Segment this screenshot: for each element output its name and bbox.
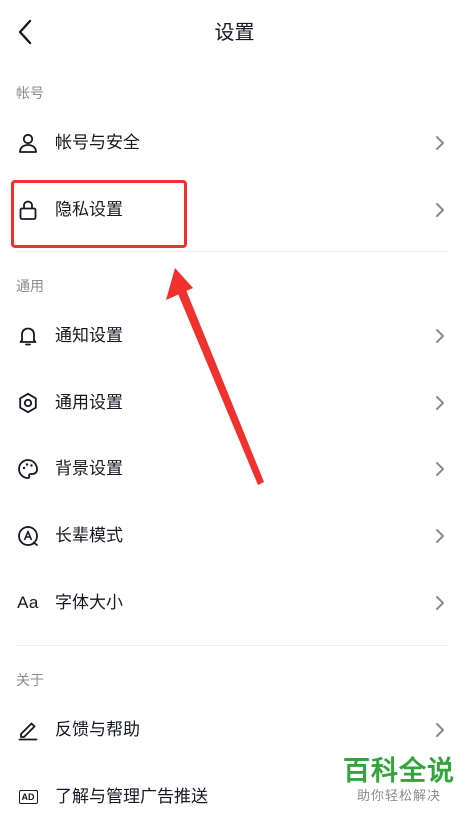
ad-icon: AD	[16, 785, 40, 809]
palette-icon	[16, 457, 40, 481]
chevron-right-icon	[433, 460, 447, 478]
settings-item-elder-mode[interactable]: 长辈模式	[0, 508, 469, 564]
chevron-right-icon	[433, 594, 447, 612]
section-label-about: 关于	[16, 673, 44, 689]
chevron-right-icon	[433, 394, 447, 412]
gear-icon	[16, 391, 40, 415]
page-title: 设置	[214, 20, 255, 44]
settings-item-label: 了解与管理广告推送	[55, 787, 208, 807]
settings-item-label: 背景设置	[55, 459, 123, 479]
settings-item-general[interactable]: 通用设置	[0, 375, 469, 431]
watermark: 百科全说 助你轻松解决	[343, 756, 455, 806]
divider	[16, 251, 447, 252]
elder-mode-icon	[16, 524, 40, 548]
chevron-right-icon	[433, 134, 447, 152]
settings-item-notifications[interactable]: 通知设置	[0, 308, 469, 364]
settings-item-label: 反馈与帮助	[55, 720, 140, 740]
edit-icon	[16, 718, 40, 742]
chevron-right-icon	[433, 527, 447, 545]
section-label-general: 通用	[16, 279, 44, 295]
settings-item-feedback[interactable]: 反馈与帮助	[0, 702, 469, 758]
settings-item-label: 通知设置	[55, 326, 123, 346]
settings-item-account-security[interactable]: 帐号与安全	[0, 115, 469, 171]
settings-item-label: 字体大小	[55, 593, 123, 613]
bell-icon	[16, 324, 40, 348]
settings-item-font-size[interactable]: Aa 字体大小	[0, 575, 469, 631]
chevron-right-icon	[433, 327, 447, 345]
chevron-right-icon	[433, 721, 447, 739]
settings-item-label: 通用设置	[55, 393, 123, 413]
user-icon	[16, 131, 40, 155]
header: 设置	[0, 0, 469, 64]
highlight-box	[11, 180, 187, 248]
divider	[16, 645, 447, 646]
section-label-account: 帐号	[16, 86, 44, 102]
watermark-subtitle: 助你轻松解决	[356, 789, 441, 804]
settings-item-label: 帐号与安全	[55, 133, 140, 153]
settings-item-background[interactable]: 背景设置	[0, 441, 469, 497]
font-size-icon: Aa	[17, 593, 39, 612]
settings-item-label: 长辈模式	[55, 526, 123, 546]
watermark-title: 百科全说	[343, 756, 455, 787]
chevron-right-icon	[433, 201, 447, 219]
